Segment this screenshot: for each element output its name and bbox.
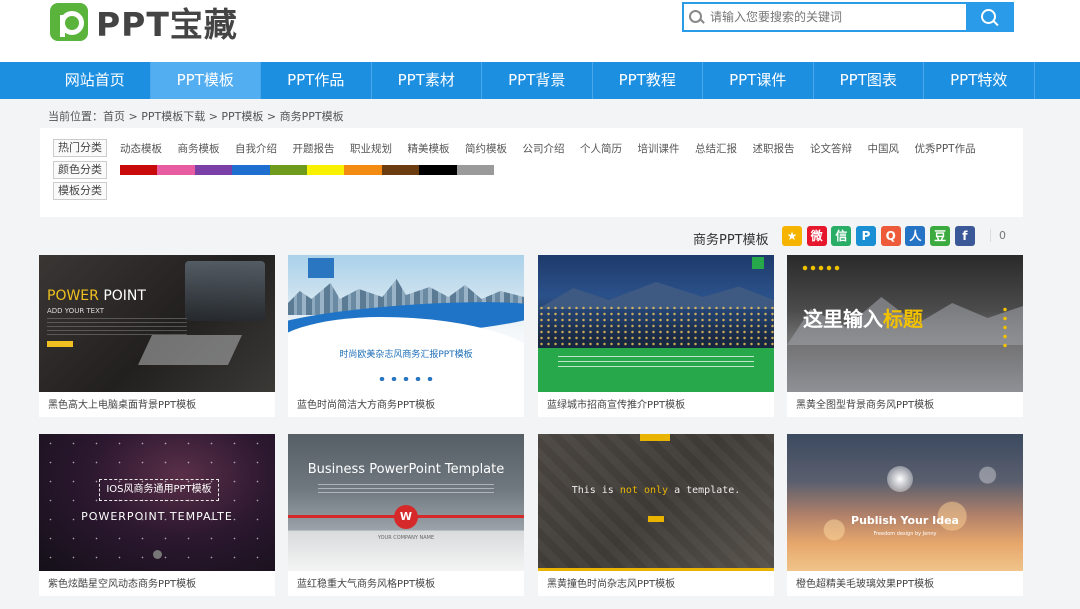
share-bar: ★ 微信 P Q 人豆 f bbox=[782, 226, 980, 246]
category-link[interactable]: 公司介绍 bbox=[523, 141, 565, 156]
color-swatch[interactable] bbox=[456, 165, 494, 175]
category-link[interactable]: 简约模板 bbox=[465, 141, 507, 156]
hot-category-row: 热门分类 动态模板 商务模板 自我介绍 开题报告 职业规划 精美模板 简约模板 … bbox=[53, 139, 991, 157]
nav-item-ppt-effects[interactable]: PPT特效 bbox=[924, 62, 1035, 99]
filter-panel: 热门分类 动态模板 商务模板 自我介绍 开题报告 职业规划 精美模板 简约模板 … bbox=[40, 128, 1023, 217]
template-title[interactable]: 紫色炫酷星空风动态商务PPT模板 bbox=[48, 575, 196, 590]
template-category-row: 模板分类 bbox=[53, 182, 107, 200]
nav-item-ppt-tutorials[interactable]: PPT教程 bbox=[593, 62, 703, 99]
color-category-row: 颜色分类 bbox=[53, 161, 494, 179]
thumb-title: POWERPOINT TEMPALTE bbox=[81, 510, 233, 523]
category-link[interactable]: 精美模板 bbox=[408, 141, 450, 156]
hot-category-tag: 热门分类 bbox=[53, 139, 107, 157]
template-thumbnail[interactable]: Publish Your Idea Freedom design by Jenn… bbox=[787, 434, 1023, 571]
category-link[interactable]: 职业规划 bbox=[350, 141, 392, 156]
site-logo[interactable]: PPT宝藏 bbox=[50, 3, 238, 44]
pinyin-icon[interactable]: P bbox=[856, 226, 877, 246]
category-link[interactable]: 优秀PPT作品 bbox=[915, 141, 976, 156]
color-swatch[interactable] bbox=[232, 165, 270, 175]
nav-item-ppt-templates[interactable]: PPT模板 bbox=[150, 62, 261, 99]
thumb-badge: W bbox=[394, 505, 418, 529]
template-title[interactable]: 蓝色时尚简洁大方商务PPT模板 bbox=[297, 396, 435, 411]
search-bar bbox=[682, 2, 1014, 32]
douban-icon[interactable]: 豆 bbox=[930, 226, 951, 246]
template-card[interactable]: 蓝绿城市招商宣传推介PPT模板 bbox=[538, 255, 774, 417]
template-title[interactable]: 黑色高大上电脑桌面背景PPT模板 bbox=[48, 396, 196, 411]
renren-icon[interactable]: 人 bbox=[905, 226, 926, 246]
color-swatch[interactable] bbox=[306, 165, 345, 175]
template-card[interactable]: IOS风商务通用PPT模板 POWERPOINT TEMPALTE 紫色炫酷星空… bbox=[39, 434, 275, 596]
template-category-tag: 模板分类 bbox=[53, 182, 107, 200]
category-link[interactable]: 述职报告 bbox=[753, 141, 795, 156]
breadcrumb: 当前位置：首页 > PPT模板下载 > PPT模板 > 商务PPT模板 bbox=[48, 110, 344, 123]
template-title[interactable]: 黑黄撞色时尚杂志风PPT模板 bbox=[547, 575, 675, 590]
color-swatch[interactable] bbox=[344, 165, 382, 175]
color-swatch[interactable] bbox=[194, 165, 233, 175]
template-card[interactable]: Publish Your Idea Freedom design by Jenn… bbox=[787, 434, 1023, 596]
thumb-title: 这里输入标题 bbox=[803, 307, 923, 331]
category-link[interactable]: 总结汇报 bbox=[695, 141, 737, 156]
thumb-subtitle: ADD YOUR TEXT bbox=[47, 307, 105, 315]
nav-item-ppt-backgrounds[interactable]: PPT背景 bbox=[482, 62, 593, 99]
template-card[interactable]: 时尚欧美杂志风商务汇报PPT模板 蓝色时尚简洁大方商务PPT模板 bbox=[288, 255, 524, 417]
category-link[interactable]: 开题报告 bbox=[293, 141, 335, 156]
template-thumbnail[interactable]: Business PowerPoint Template W YOUR COMP… bbox=[288, 434, 524, 571]
category-link[interactable]: 个人简历 bbox=[580, 141, 622, 156]
facebook-icon[interactable]: f bbox=[954, 226, 975, 246]
nav-item-ppt-courseware[interactable]: PPT课件 bbox=[703, 62, 814, 99]
nav-item-home[interactable]: 网站首页 bbox=[40, 62, 151, 99]
template-title[interactable]: 橙色超精美毛玻璃效果PPT模板 bbox=[796, 575, 934, 590]
search-button[interactable] bbox=[966, 4, 1012, 30]
template-thumbnail[interactable]: IOS风商务通用PPT模板 POWERPOINT TEMPALTE bbox=[39, 434, 275, 571]
category-link[interactable]: 培训课件 bbox=[638, 141, 680, 156]
thumb-footer: YOUR COMPANY NAME bbox=[377, 535, 435, 541]
category-link[interactable]: 自我介绍 bbox=[235, 141, 277, 156]
thumb-title: This is not only a template. bbox=[571, 485, 741, 496]
template-card[interactable]: Business PowerPoint Template W YOUR COMP… bbox=[288, 434, 524, 596]
share-count: 0 bbox=[990, 229, 1006, 242]
template-thumbnail[interactable] bbox=[538, 255, 774, 392]
template-thumbnail[interactable]: 这里输入标题 bbox=[787, 255, 1023, 392]
category-link[interactable]: 论文答辩 bbox=[810, 141, 852, 156]
template-thumbnail[interactable]: 时尚欧美杂志风商务汇报PPT模板 bbox=[288, 255, 524, 392]
template-card[interactable]: This is not only a template. 黑黄撞色时尚杂志风PP… bbox=[538, 434, 774, 596]
color-swatch[interactable] bbox=[120, 165, 158, 175]
template-thumbnail[interactable]: POWER POINT ADD YOUR TEXT bbox=[39, 255, 275, 392]
logo-text: PPT宝藏 bbox=[96, 5, 238, 44]
color-category-tag: 颜色分类 bbox=[53, 161, 107, 179]
category-link[interactable]: 动态模板 bbox=[120, 141, 162, 156]
category-link[interactable]: 商务模板 bbox=[178, 141, 220, 156]
weibo-icon[interactable]: 微 bbox=[806, 226, 827, 246]
color-swatch[interactable] bbox=[381, 165, 420, 175]
main-nav: 网站首页 PPT模板 PPT作品 PPT素材 PPT背景 PPT教程 PPT课件… bbox=[0, 62, 1080, 99]
template-thumbnail[interactable]: This is not only a template. bbox=[538, 434, 774, 571]
template-card[interactable]: POWER POINT ADD YOUR TEXT 黑色高大上电脑桌面背景PPT… bbox=[39, 255, 275, 417]
wechat-icon[interactable]: 信 bbox=[831, 226, 852, 246]
thumb-title: Publish Your Idea bbox=[851, 514, 959, 527]
thumb-box-title: IOS风商务通用PPT模板 bbox=[99, 479, 219, 501]
color-swatch[interactable] bbox=[269, 165, 307, 175]
nav-item-ppt-works[interactable]: PPT作品 bbox=[261, 62, 372, 99]
nav-item-ppt-materials[interactable]: PPT素材 bbox=[372, 62, 482, 99]
favorite-icon[interactable]: ★ bbox=[782, 226, 802, 246]
qq-icon[interactable]: Q bbox=[880, 226, 901, 246]
template-card[interactable]: 这里输入标题 黑黄全图型背景商务风PPT模板 bbox=[787, 255, 1023, 417]
logo-mark-icon bbox=[50, 3, 88, 41]
thumb-title: POWER POINT bbox=[47, 288, 146, 304]
category-link[interactable]: 中国风 bbox=[868, 141, 900, 156]
template-title[interactable]: 蓝绿城市招商宣传推介PPT模板 bbox=[547, 396, 685, 411]
thumb-title: Business PowerPoint Template bbox=[307, 462, 505, 477]
nav-item-ppt-charts[interactable]: PPT图表 bbox=[814, 62, 924, 99]
thumb-title: 时尚欧美杂志风商务汇报PPT模板 bbox=[339, 350, 473, 360]
color-swatch[interactable] bbox=[157, 165, 195, 175]
section-title: 商务PPT模板 bbox=[693, 233, 769, 248]
site-header: PPT宝藏 bbox=[0, 0, 1080, 62]
template-title[interactable]: 蓝红稳重大气商务风格PPT模板 bbox=[297, 575, 435, 590]
color-swatch[interactable] bbox=[419, 165, 457, 175]
template-title[interactable]: 黑黄全图型背景商务风PPT模板 bbox=[796, 396, 934, 411]
search-icon bbox=[684, 4, 706, 30]
search-input[interactable] bbox=[706, 4, 966, 30]
color-swatches bbox=[120, 165, 494, 175]
thumb-subtitle: Freedom design by Jenny bbox=[873, 531, 937, 537]
